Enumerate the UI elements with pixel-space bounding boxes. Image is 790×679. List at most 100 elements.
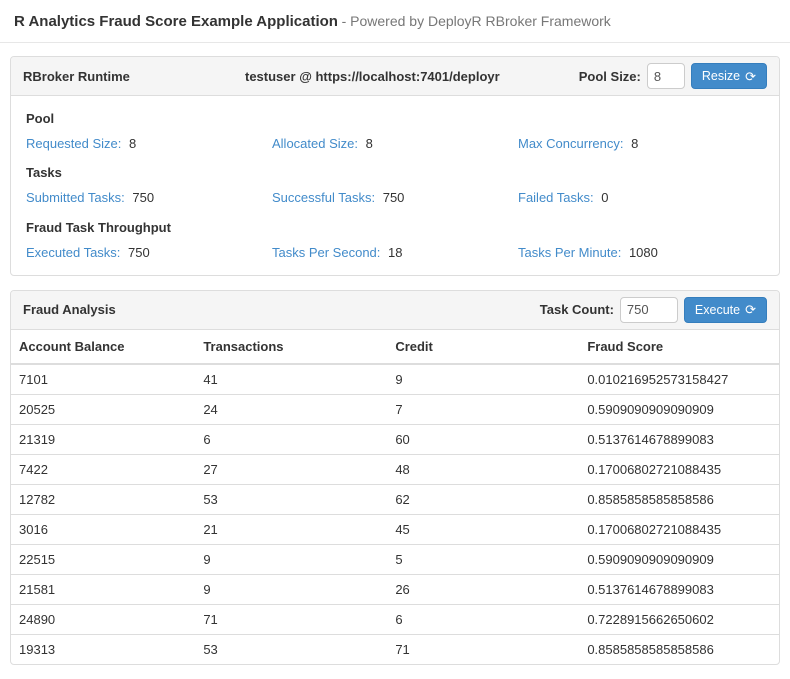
main-content: RBroker Runtime testuser @ https://local…: [0, 43, 790, 665]
stat-value: 1080: [629, 245, 658, 260]
table-cell: 6: [387, 604, 579, 634]
stat-submitted-tasks: Submitted Tasks: 750: [26, 190, 272, 206]
fraud-table-body: 71014190.010216952573158427205252470.590…: [11, 364, 779, 664]
table-cell: 53: [195, 634, 387, 664]
table-cell: 21581: [11, 574, 195, 604]
table-row: 301621450.17006802721088435: [11, 514, 779, 544]
fraud-table-head: Account Balance Transactions Credit Frau…: [11, 330, 779, 364]
table-cell: 0.17006802721088435: [579, 514, 779, 544]
table-row: 71014190.010216952573158427: [11, 364, 779, 395]
execute-button[interactable]: Execute ⟳: [684, 297, 767, 323]
table-cell: 19313: [11, 634, 195, 664]
analysis-panel: Fraud Analysis Task Count: Execute ⟳ Acc…: [10, 290, 780, 665]
tasks-stat-row: Submitted Tasks: 750 Successful Tasks: 7…: [26, 190, 764, 206]
table-cell: 9: [195, 574, 387, 604]
stat-requested-size: Requested Size: 8: [26, 136, 272, 152]
table-cell: 48: [387, 454, 579, 484]
table-cell: 5: [387, 544, 579, 574]
stat-label: Allocated Size:: [272, 136, 358, 151]
table-cell: 60: [387, 424, 579, 454]
stat-value: 750: [132, 190, 154, 205]
task-count-label: Task Count:: [540, 302, 614, 317]
runtime-panel-heading: RBroker Runtime testuser @ https://local…: [11, 57, 779, 96]
stat-tasks-per-second: Tasks Per Second: 18: [272, 245, 518, 261]
stat-value: 0: [601, 190, 608, 205]
table-cell: 7422: [11, 454, 195, 484]
column-header-account-balance: Account Balance: [11, 330, 195, 364]
table-cell: 62: [387, 484, 579, 514]
refresh-icon: ⟳: [745, 303, 756, 316]
execute-button-label: Execute: [695, 304, 740, 317]
runtime-title-zone: RBroker Runtime: [23, 69, 245, 84]
stat-value: 750: [128, 245, 150, 260]
table-cell: 53: [195, 484, 387, 514]
pool-section-heading: Pool: [26, 111, 764, 126]
table-cell: 9: [387, 364, 579, 395]
table-row: 742227480.17006802721088435: [11, 454, 779, 484]
resize-button[interactable]: Resize ⟳: [691, 63, 767, 89]
table-cell: 41: [195, 364, 387, 395]
tasks-section-heading: Tasks: [26, 165, 764, 180]
stat-label: Executed Tasks:: [26, 245, 120, 260]
table-cell: 71: [195, 604, 387, 634]
pool-size-label: Pool Size:: [579, 69, 641, 84]
pool-size-controls: Pool Size: Resize ⟳: [579, 63, 767, 89]
table-cell: 0.7228915662650602: [579, 604, 779, 634]
stat-label: Submitted Tasks:: [26, 190, 125, 205]
stat-value: 8: [631, 136, 638, 151]
app-header: R Analytics Fraud Score Example Applicat…: [0, 0, 790, 43]
pool-size-input[interactable]: [647, 63, 685, 89]
stat-label: Tasks Per Minute:: [518, 245, 621, 260]
table-cell: 27: [195, 454, 387, 484]
table-row: 213196600.5137614678899083: [11, 424, 779, 454]
table-cell: 0.5137614678899083: [579, 574, 779, 604]
resize-button-label: Resize: [702, 70, 740, 83]
table-cell: 0.5909090909090909: [579, 394, 779, 424]
app-title: R Analytics Fraud Score Example Applicat…: [14, 13, 338, 30]
throughput-stat-row: Executed Tasks: 750 Tasks Per Second: 18…: [26, 245, 764, 261]
stat-value: 18: [388, 245, 402, 260]
table-cell: 26: [387, 574, 579, 604]
table-cell: 0.5909090909090909: [579, 544, 779, 574]
table-cell: 24: [195, 394, 387, 424]
throughput-section-heading: Fraud Task Throughput: [26, 220, 764, 235]
stat-successful-tasks: Successful Tasks: 750: [272, 190, 518, 206]
stat-value: 8: [366, 136, 373, 151]
app-subtitle: - Powered by DeployR RBroker Framework: [342, 13, 611, 29]
throughput-section: Fraud Task Throughput Executed Tasks: 75…: [26, 220, 764, 261]
column-header-fraud-score: Fraud Score: [579, 330, 779, 364]
stat-executed-tasks: Executed Tasks: 750: [26, 245, 272, 261]
table-cell: 21: [195, 514, 387, 544]
table-cell: 9: [195, 544, 387, 574]
table-cell: 7101: [11, 364, 195, 395]
stat-max-concurrency: Max Concurrency: 8: [518, 136, 764, 152]
table-row: 248907160.7228915662650602: [11, 604, 779, 634]
table-cell: 45: [387, 514, 579, 544]
table-cell: 0.8585858585858586: [579, 484, 779, 514]
column-header-credit: Credit: [387, 330, 579, 364]
pool-stat-row: Requested Size: 8 Allocated Size: 8 Max …: [26, 136, 764, 152]
table-cell: 3016: [11, 514, 195, 544]
runtime-panel-body: Pool Requested Size: 8 Allocated Size: 8…: [11, 96, 779, 275]
stat-label: Tasks Per Second:: [272, 245, 380, 260]
stat-label: Successful Tasks:: [272, 190, 375, 205]
task-count-input[interactable]: [620, 297, 678, 323]
table-cell: 22515: [11, 544, 195, 574]
task-count-controls: Task Count: Execute ⟳: [540, 297, 767, 323]
table-row: 22515950.5909090909090909: [11, 544, 779, 574]
analysis-panel-heading: Fraud Analysis Task Count: Execute ⟳: [11, 291, 779, 330]
table-header-row: Account Balance Transactions Credit Frau…: [11, 330, 779, 364]
stat-value: 8: [129, 136, 136, 151]
table-cell: 24890: [11, 604, 195, 634]
fraud-table: Account Balance Transactions Credit Frau…: [11, 330, 779, 664]
table-cell: 0.8585858585858586: [579, 634, 779, 664]
table-cell: 6: [195, 424, 387, 454]
table-cell: 0.17006802721088435: [579, 454, 779, 484]
stat-allocated-size: Allocated Size: 8: [272, 136, 518, 152]
table-cell: 0.010216952573158427: [579, 364, 779, 395]
column-header-transactions: Transactions: [195, 330, 387, 364]
runtime-panel: RBroker Runtime testuser @ https://local…: [10, 56, 780, 276]
stat-failed-tasks: Failed Tasks: 0: [518, 190, 764, 206]
runtime-panel-title: RBroker Runtime: [23, 69, 130, 84]
stat-value: 750: [383, 190, 405, 205]
